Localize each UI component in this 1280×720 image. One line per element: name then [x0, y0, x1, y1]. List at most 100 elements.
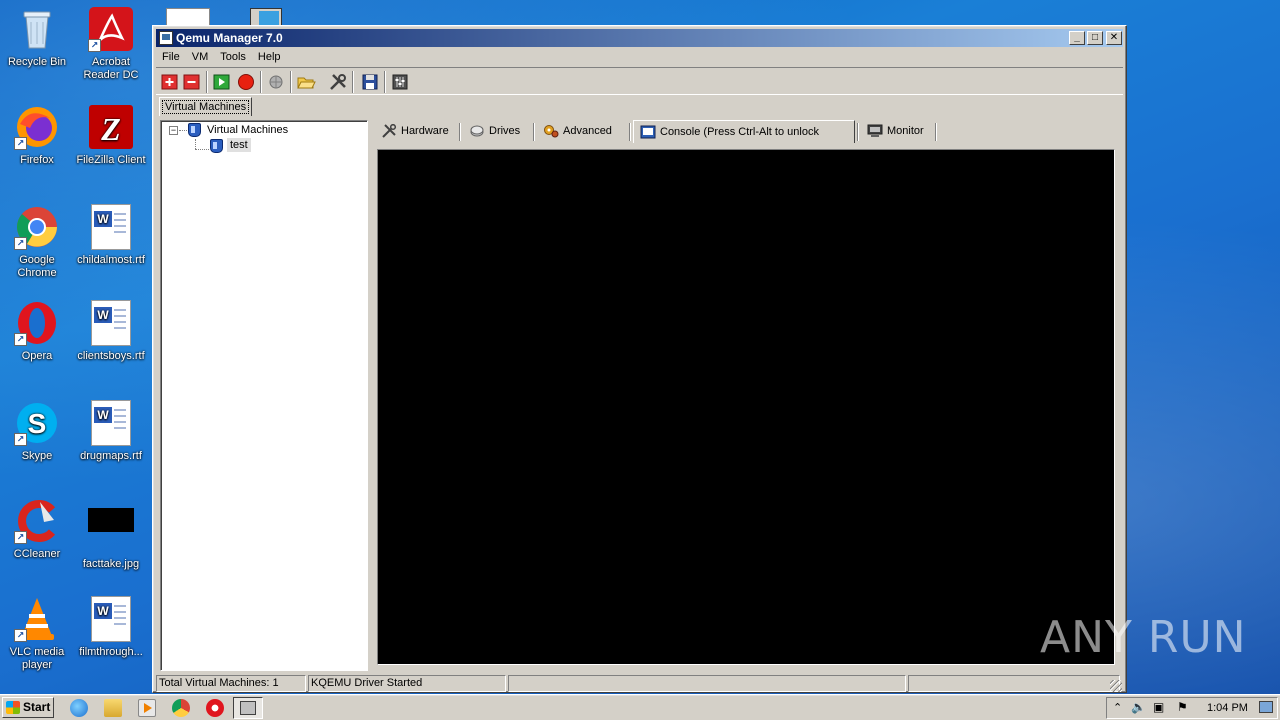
desktop-icon-filmthrough[interactable]: W filmthrough... — [74, 596, 148, 659]
settings-button[interactable] — [328, 72, 348, 92]
tools-icon — [330, 74, 346, 90]
desktop-icon-vlc[interactable]: ↗ VLC media player — [0, 596, 74, 672]
status-panel-4 — [908, 675, 1120, 692]
firefox-icon: ↗ — [14, 104, 60, 150]
desktop-icon-childalmost[interactable]: W childalmost.rtf — [74, 204, 148, 267]
desktop-icon-chrome[interactable]: ↗ Google Chrome — [0, 204, 74, 280]
taskbar-qemu-manager[interactable] — [233, 697, 263, 719]
tab-advanced[interactable]: Advanced — [537, 120, 627, 143]
console-icon — [640, 125, 656, 139]
start-vm-button[interactable] — [212, 72, 232, 92]
vm-group-icon — [188, 123, 201, 137]
add-vm-icon — [161, 74, 178, 90]
clock[interactable]: 1:04 PM — [1207, 702, 1248, 714]
desktop-icon-facttake[interactable]: facttake.jpg — [74, 498, 148, 571]
tab-monitor[interactable]: Monitor — [861, 120, 933, 143]
vm-console-display[interactable] — [377, 149, 1115, 665]
menu-help[interactable]: Help — [252, 48, 287, 66]
tree-collapse-toggle[interactable]: − — [169, 126, 178, 135]
taskbar: Start ⌃ 🔈 ▣ ⚑ 1:04 PM — [0, 694, 1280, 720]
floppy-disk-icon — [362, 74, 378, 90]
desktop-icon-skype[interactable]: S ↗ Skype — [0, 400, 74, 463]
anyrun-watermark: ANY RUN — [1040, 612, 1247, 663]
image-file-icon — [88, 508, 134, 554]
tab-drives[interactable]: Drives — [463, 120, 531, 143]
status-vm-count: Total Virtual Machines: 1 — [156, 675, 306, 692]
desktop-icon-recycle-bin[interactable]: Recycle Bin — [0, 6, 74, 69]
desktop-icon-label: Opera — [21, 350, 53, 362]
menu-tools[interactable]: Tools — [214, 48, 252, 66]
recycle-bin-icon — [14, 6, 60, 52]
add-vm-button[interactable] — [160, 72, 180, 92]
action-center-flag-icon[interactable]: ⚑ — [1177, 700, 1188, 714]
maximize-button[interactable]: □ — [1087, 31, 1103, 45]
tab-virtual-machines[interactable]: Virtual Machines — [159, 97, 253, 116]
desktop-icon-drugmaps[interactable]: W drugmaps.rtf — [74, 400, 148, 463]
drives-icon — [469, 124, 485, 138]
menu-vm[interactable]: VM — [186, 48, 215, 66]
desktop-icon-ccleaner[interactable]: ↗ CCleaner — [0, 498, 74, 561]
status-panel-3 — [508, 675, 906, 692]
start-button[interactable]: Start — [2, 697, 54, 718]
tab-label: Drives — [489, 125, 521, 137]
opera-taskbar-icon[interactable] — [206, 699, 224, 717]
menu-file[interactable]: File — [156, 48, 186, 66]
word-document-icon: W — [88, 204, 134, 250]
desktop-icon-label: FileZilla Client — [76, 154, 146, 166]
tab-console[interactable]: Console (Press Ctrl-Alt to unlock mouse) — [633, 120, 855, 160]
tab-label: Virtual Machines — [165, 101, 247, 113]
media-player-icon[interactable] — [138, 699, 156, 717]
desktop-icon-label: VLC media player — [9, 646, 65, 671]
options-button[interactable] — [390, 72, 410, 92]
minimize-button[interactable]: _ — [1069, 31, 1085, 45]
toolbar-separator — [352, 71, 354, 93]
desktop-icon-firefox[interactable]: ↗ Firefox — [0, 104, 74, 167]
chrome-taskbar-icon[interactable] — [172, 699, 190, 717]
desktop-icon-acrobat[interactable]: ↗ Acrobat Reader DC — [74, 6, 148, 82]
tab-separator — [459, 123, 461, 141]
remove-vm-button[interactable] — [182, 72, 202, 92]
tab-hardware[interactable]: Hardware — [375, 120, 457, 143]
stop-vm-button[interactable] — [236, 72, 256, 92]
desktop-icon-label: Acrobat Reader DC — [83, 56, 139, 81]
close-button[interactable]: ✕ — [1106, 31, 1122, 45]
explorer-folder-icon[interactable] — [104, 699, 122, 717]
desktop-icon-clientsboys[interactable]: W clientsboys.rtf — [74, 300, 148, 363]
toolbar-separator — [206, 71, 208, 93]
show-desktop-icon[interactable] — [1259, 701, 1273, 713]
sliders-icon — [392, 74, 408, 90]
resize-grip[interactable] — [1110, 680, 1122, 692]
menu-bar: File VM Tools Help — [156, 48, 1123, 66]
word-document-icon: W — [88, 596, 134, 642]
network-tray-icon[interactable]: ▣ — [1153, 700, 1164, 714]
windows-logo-icon — [6, 701, 20, 714]
status-driver: KQEMU Driver Started — [308, 675, 506, 692]
qemu-manager-icon — [240, 701, 256, 715]
internet-explorer-icon[interactable] — [70, 699, 88, 717]
speaker-icon[interactable]: 🔈 — [1131, 700, 1146, 714]
title-bar[interactable]: Qemu Manager 7.0 _ □ ✕ — [156, 29, 1123, 47]
vm-tree: − Virtual Machines test — [160, 120, 368, 671]
tab-separator — [935, 123, 937, 141]
tree-node-test[interactable]: test — [227, 138, 251, 152]
remove-vm-icon — [183, 74, 200, 90]
save-button[interactable] — [360, 72, 380, 92]
status-bar: Total Virtual Machines: 1 KQEMU Driver S… — [156, 675, 1123, 693]
tab-label: Hardware — [401, 125, 449, 137]
folder-open-icon — [297, 77, 316, 89]
system-tray: ⌃ 🔈 ▣ ⚑ 1:04 PM — [1106, 697, 1278, 719]
tree-node-root[interactable]: Virtual Machines — [207, 123, 288, 137]
tab-separator — [629, 123, 631, 141]
svg-text:S: S — [28, 408, 47, 439]
tab-label: Advanced — [563, 125, 612, 137]
vlc-icon: ↗ — [14, 596, 60, 642]
network-button[interactable] — [266, 72, 286, 92]
desktop-icon-label: Recycle Bin — [7, 56, 67, 68]
toolbar-separator — [260, 71, 262, 93]
opera-icon: ↗ — [14, 300, 60, 346]
open-button[interactable] — [296, 72, 316, 92]
desktop-icon-opera[interactable]: ↗ Opera — [0, 300, 74, 363]
app-icon — [159, 31, 173, 45]
show-hidden-icons[interactable]: ⌃ — [1113, 701, 1122, 714]
desktop-icon-filezilla[interactable]: Z FileZilla Client — [74, 104, 148, 167]
